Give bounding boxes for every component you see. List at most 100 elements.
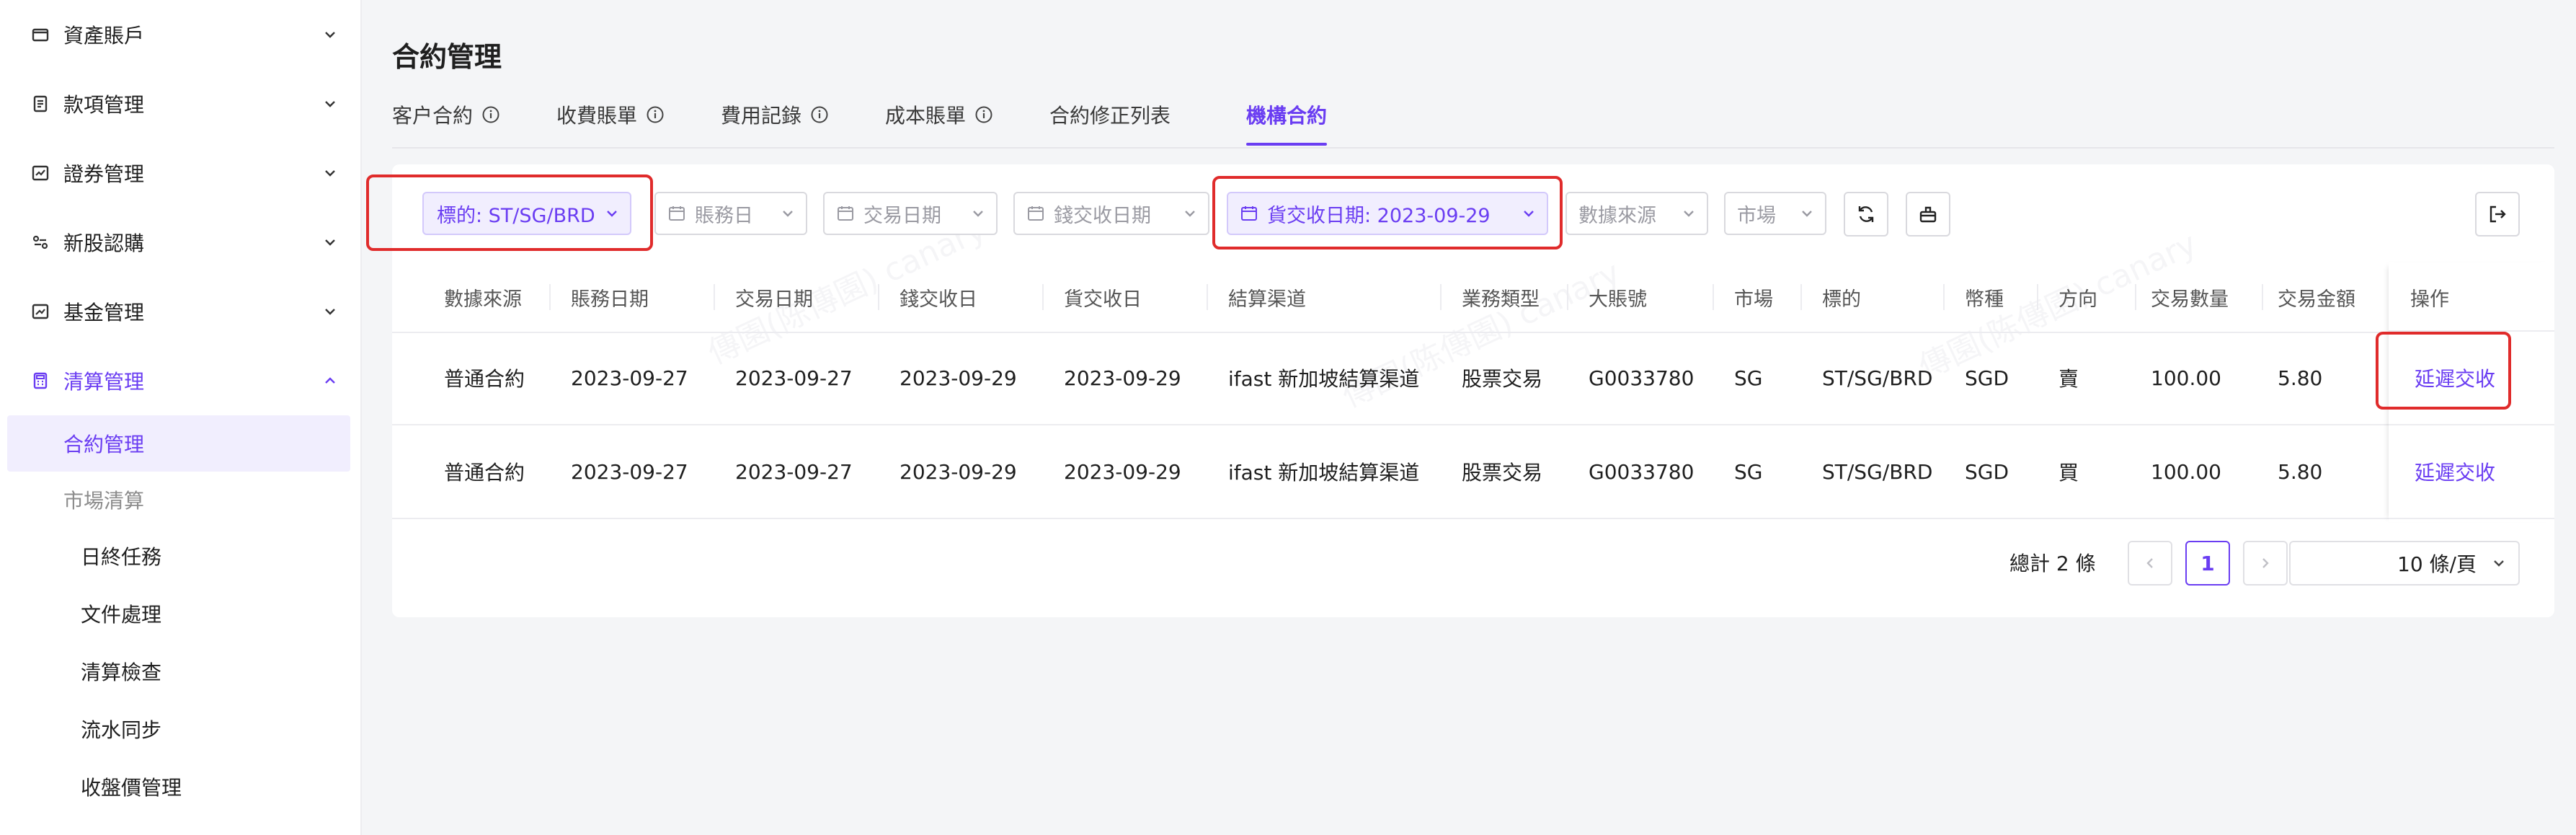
market-filter[interactable]: 市場 bbox=[1724, 192, 1826, 235]
chevron-down-icon bbox=[973, 211, 983, 217]
table-cell: 買 bbox=[2058, 461, 2079, 485]
sidebar-item-label: 收盤價管理 bbox=[81, 776, 182, 800]
table-cell: ST/SG/BRD bbox=[1822, 366, 1933, 390]
table-cell: SG bbox=[1734, 366, 1763, 390]
prev-page-button[interactable] bbox=[2128, 541, 2172, 586]
sidebar-item-flow-sync[interactable]: 流水同步 bbox=[7, 701, 350, 757]
clear-filters-button[interactable] bbox=[1906, 192, 1950, 237]
sidebar-item-fund-management[interactable]: 基金管理 bbox=[7, 283, 350, 340]
column-header: 賬務日期 bbox=[571, 288, 649, 311]
column-separator bbox=[2135, 284, 2136, 310]
tab-label: 合約修正列表 bbox=[1049, 104, 1171, 128]
account-date-filter[interactable]: 賬務日 bbox=[654, 192, 807, 235]
refresh-button[interactable] bbox=[1844, 192, 1888, 237]
info-icon bbox=[647, 106, 664, 123]
receipt-icon bbox=[29, 92, 52, 115]
next-page-button[interactable] bbox=[2243, 541, 2288, 586]
table-cell: 2023-09-27 bbox=[735, 366, 853, 390]
chevron-down-icon bbox=[319, 300, 342, 323]
sidebar-item-label: 市場清算 bbox=[63, 489, 145, 513]
tab-contract-corrections[interactable]: 合約修正列表 bbox=[1049, 92, 1171, 137]
tab-fee-bills[interactable]: 收費賬單 bbox=[556, 92, 665, 137]
table-cell: 100.00 bbox=[2151, 366, 2221, 390]
main-content: 合約管理 客户合約 收費賬單 費用記錄 成本賬單 合約修正列表 機構合約 傳園(… bbox=[362, 0, 2576, 835]
ipo-icon bbox=[29, 231, 52, 254]
tab-expense-records[interactable]: 費用記錄 bbox=[721, 92, 829, 137]
table-cell: ifast 新加坡結算渠道 bbox=[1228, 367, 1420, 391]
tab-bar: 客户合約 收費賬單 費用記錄 成本賬單 合約修正列表 機構合約 bbox=[392, 92, 2554, 149]
sidebar-item-closing-price-management[interactable]: 收盤價管理 bbox=[7, 759, 350, 815]
page-size-select[interactable]: 10 條/頁 bbox=[2289, 541, 2520, 586]
sidebar-item-contract-management[interactable]: 合約管理 bbox=[7, 415, 350, 472]
chevron-down-icon bbox=[319, 23, 342, 46]
sidebar-item-label: 清算檢查 bbox=[81, 661, 162, 684]
column-header: 交易金額 bbox=[2278, 288, 2355, 311]
highlight-box bbox=[2376, 332, 2511, 410]
table-cell: 2023-09-29 bbox=[1064, 366, 1181, 390]
table-header: 數據來源 賬務日期 交易日期 錢交收日 貨交收日 結算渠道 業務類型 大賬號 市… bbox=[392, 262, 2389, 333]
column-separator bbox=[878, 284, 879, 310]
page-number-button[interactable]: 1 bbox=[2185, 541, 2230, 586]
chevron-down-icon bbox=[319, 92, 342, 115]
column-separator bbox=[2262, 284, 2263, 310]
sidebar-item-end-of-day-tasks[interactable]: 日終任務 bbox=[7, 528, 350, 584]
data-source-filter[interactable]: 數據來源 bbox=[1565, 192, 1708, 235]
calendar-icon bbox=[669, 206, 685, 221]
table-cell: 2023-09-29 bbox=[1064, 459, 1181, 484]
sidebar-item-label: 資產賬戶 bbox=[63, 24, 145, 48]
table-cell: SGD bbox=[1965, 459, 2009, 484]
table-row: 普通合約 2023-09-27 2023-09-27 2023-09-29 20… bbox=[392, 332, 2389, 425]
sidebar-item-securities-management[interactable]: 證券管理 bbox=[7, 144, 350, 202]
account-date-placeholder: 賬務日 bbox=[695, 204, 753, 227]
trade-date-filter[interactable]: 交易日期 bbox=[823, 192, 998, 235]
cash-settlement-date-filter[interactable]: 錢交收日期 bbox=[1013, 192, 1209, 235]
column-separator bbox=[714, 284, 715, 310]
table-cell: G0033780 bbox=[1589, 366, 1695, 390]
column-header: 貨交收日 bbox=[1064, 288, 1142, 311]
sidebar-item-label: 證券管理 bbox=[63, 162, 145, 186]
chevron-down-icon bbox=[1684, 211, 1694, 217]
column-header: 結算渠道 bbox=[1228, 288, 1306, 311]
column-header: 標的 bbox=[1822, 288, 1861, 311]
column-header: 市場 bbox=[1734, 288, 1773, 311]
sidebar-item-market-clearing[interactable]: 市場清算 bbox=[7, 472, 350, 528]
export-button[interactable] bbox=[2475, 192, 2520, 237]
table-cell: SGD bbox=[1965, 366, 2009, 390]
calendar-icon bbox=[838, 206, 853, 221]
contracts-card: 傳園(陈傳園) canary 傳園(陈傳園) canary 傳園(陈傳園) ca… bbox=[366, 164, 2554, 617]
sidebar-item-ipo-subscription[interactable]: 新股認購 bbox=[7, 213, 350, 271]
table-cell: ST/SG/BRD bbox=[1822, 459, 1933, 484]
column-separator bbox=[1207, 284, 1208, 310]
sidebar-item-clearing-management[interactable]: 清算管理 bbox=[7, 352, 350, 410]
chevron-down-icon bbox=[319, 231, 342, 254]
sidebar-item-label: 新股認購 bbox=[63, 231, 145, 255]
tab-label: 收費賬單 bbox=[556, 104, 638, 128]
chevron-down-icon bbox=[1802, 211, 1812, 217]
sidebar-item-label: 基金管理 bbox=[63, 301, 145, 324]
sidebar-item-payment-management[interactable]: 款項管理 bbox=[7, 75, 350, 133]
broom-icon bbox=[1919, 206, 1937, 223]
highlight-box bbox=[366, 174, 653, 251]
column-header: 方向 bbox=[2058, 288, 2097, 311]
sidebar: 資產賬戶 款項管理 證券管理 新股認購 基金管理 清算管理 合約管理 市場清算 … bbox=[0, 0, 362, 835]
sidebar-item-clearing-check[interactable]: 清算檢查 bbox=[7, 643, 350, 699]
sidebar-item-asset-accounts[interactable]: 資產賬戶 bbox=[7, 6, 350, 63]
column-header: 交易日期 bbox=[735, 288, 813, 311]
info-icon bbox=[811, 106, 828, 123]
column-header: 大賬號 bbox=[1589, 288, 1647, 311]
sidebar-item-file-processing[interactable]: 文件處理 bbox=[7, 586, 350, 642]
column-separator bbox=[1713, 284, 1714, 310]
cash-settlement-date-placeholder: 錢交收日期 bbox=[1054, 204, 1151, 227]
delay-settlement-link[interactable]: 延遲交收 bbox=[2415, 425, 2495, 518]
calculator-icon bbox=[29, 369, 52, 392]
tab-institutional-contracts[interactable]: 機構合約 bbox=[1246, 92, 1327, 137]
column-separator bbox=[2037, 284, 2038, 310]
export-icon bbox=[2490, 206, 2506, 223]
sidebar-item-label: 流水同步 bbox=[81, 718, 162, 742]
tab-cost-bills[interactable]: 成本賬單 bbox=[885, 92, 993, 137]
wallet-icon bbox=[29, 23, 52, 46]
sidebar-item-label: 日終任務 bbox=[81, 545, 162, 569]
table-cell: 5.80 bbox=[2278, 366, 2323, 390]
tab-client-contracts[interactable]: 客户合約 bbox=[392, 92, 500, 137]
chevron-up-icon bbox=[319, 369, 342, 392]
